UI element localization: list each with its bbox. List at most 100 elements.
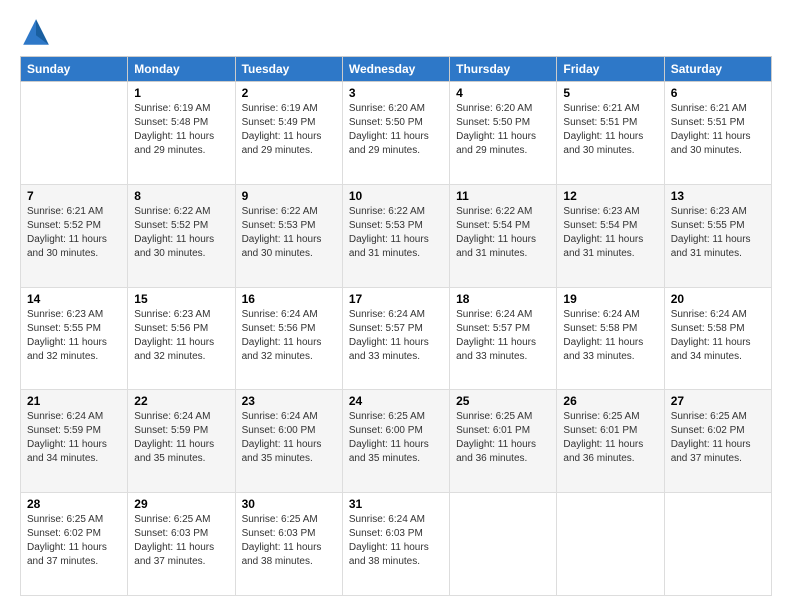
day-number: 1 [134,86,228,100]
calendar-cell: 18 Sunrise: 6:24 AMSunset: 5:57 PMDayligh… [450,287,557,390]
day-header-friday: Friday [557,57,664,82]
page: SundayMondayTuesdayWednesdayThursdayFrid… [0,0,792,612]
calendar-cell: 31 Sunrise: 6:24 AMSunset: 6:03 PMDayligh… [342,493,449,596]
calendar-cell: 20 Sunrise: 6:24 AMSunset: 5:58 PMDayligh… [664,287,771,390]
day-info: Sunrise: 6:25 AMSunset: 6:02 PMDaylight:… [671,410,765,466]
day-info: Sunrise: 6:24 AMSunset: 6:03 PMDaylight:… [349,513,443,569]
calendar-cell: 9 Sunrise: 6:22 AMSunset: 5:53 PMDaylight… [235,184,342,287]
day-info: Sunrise: 6:24 AMSunset: 5:58 PMDaylight:… [563,308,657,364]
day-number: 13 [671,189,765,203]
calendar-cell: 7 Sunrise: 6:21 AMSunset: 5:52 PMDaylight… [21,184,128,287]
day-info: Sunrise: 6:22 AMSunset: 5:52 PMDaylight:… [134,205,228,261]
calendar-cell: 21 Sunrise: 6:24 AMSunset: 5:59 PMDayligh… [21,390,128,493]
day-number: 11 [456,189,550,203]
day-number: 22 [134,394,228,408]
week-row-1: 7 Sunrise: 6:21 AMSunset: 5:52 PMDaylight… [21,184,772,287]
calendar-table: SundayMondayTuesdayWednesdayThursdayFrid… [20,56,772,596]
calendar-cell: 17 Sunrise: 6:24 AMSunset: 5:57 PMDayligh… [342,287,449,390]
day-info: Sunrise: 6:21 AMSunset: 5:52 PMDaylight:… [27,205,121,261]
logo [20,16,56,48]
day-number: 14 [27,292,121,306]
calendar-cell: 30 Sunrise: 6:25 AMSunset: 6:03 PMDayligh… [235,493,342,596]
day-number: 23 [242,394,336,408]
day-info: Sunrise: 6:23 AMSunset: 5:55 PMDaylight:… [671,205,765,261]
day-number: 9 [242,189,336,203]
calendar-cell: 4Sunrise: 6:20 AMSunset: 5:50 PMDaylight… [450,82,557,185]
day-number: 5 [563,86,657,100]
day-header-wednesday: Wednesday [342,57,449,82]
day-info: Sunrise: 6:25 AMSunset: 6:03 PMDaylight:… [134,513,228,569]
calendar-cell: 28 Sunrise: 6:25 AMSunset: 6:02 PMDayligh… [21,493,128,596]
day-number: 3 [349,86,443,100]
calendar-cell: 22 Sunrise: 6:24 AMSunset: 5:59 PMDayligh… [128,390,235,493]
day-number: 7 [27,189,121,203]
day-info: Sunrise: 6:22 AMSunset: 5:53 PMDaylight:… [242,205,336,261]
day-info: Sunrise: 6:23 AMSunset: 5:54 PMDaylight:… [563,205,657,261]
calendar-cell: 23 Sunrise: 6:24 AMSunset: 6:00 PMDayligh… [235,390,342,493]
day-number: 29 [134,497,228,511]
day-info: Sunrise: 6:22 AMSunset: 5:53 PMDaylight:… [349,205,443,261]
day-info: Sunrise: 6:24 AMSunset: 5:57 PMDaylight:… [349,308,443,364]
day-info: Sunrise: 6:21 AMSunset: 5:51 PMDaylight:… [671,102,765,158]
calendar-cell: 25 Sunrise: 6:25 AMSunset: 6:01 PMDayligh… [450,390,557,493]
day-number: 31 [349,497,443,511]
calendar-cell: 1 Sunrise: 6:19 AMSunset: 5:48 PMDaylight… [128,82,235,185]
calendar-cell: 6 Sunrise: 6:21 AMSunset: 5:51 PMDaylight… [664,82,771,185]
calendar-cell: 14 Sunrise: 6:23 AMSunset: 5:55 PMDayligh… [21,287,128,390]
day-number: 27 [671,394,765,408]
header [20,16,772,48]
day-number: 20 [671,292,765,306]
day-number: 25 [456,394,550,408]
day-info: Sunrise: 6:24 AMSunset: 5:59 PMDaylight:… [134,410,228,466]
day-number: 30 [242,497,336,511]
day-info: Sunrise: 6:20 AMSunset: 5:50 PMDaylight:… [456,102,550,158]
day-number: 8 [134,189,228,203]
day-number: 6 [671,86,765,100]
day-info: Sunrise: 6:25 AMSunset: 6:03 PMDaylight:… [242,513,336,569]
day-info: Sunrise: 6:25 AMSunset: 6:01 PMDaylight:… [563,410,657,466]
week-row-0: 1 Sunrise: 6:19 AMSunset: 5:48 PMDaylight… [21,82,772,185]
day-info: Sunrise: 6:24 AMSunset: 5:59 PMDaylight:… [27,410,121,466]
calendar-cell: 26Sunrise: 6:25 AMSunset: 6:01 PMDayligh… [557,390,664,493]
day-info: Sunrise: 6:24 AMSunset: 5:56 PMDaylight:… [242,308,336,364]
calendar-cell [664,493,771,596]
calendar-cell: 24Sunrise: 6:25 AMSunset: 6:00 PMDayligh… [342,390,449,493]
calendar-cell: 12Sunrise: 6:23 AMSunset: 5:54 PMDayligh… [557,184,664,287]
day-number: 19 [563,292,657,306]
day-number: 17 [349,292,443,306]
week-row-4: 28 Sunrise: 6:25 AMSunset: 6:02 PMDayligh… [21,493,772,596]
day-number: 16 [242,292,336,306]
calendar-cell: 27 Sunrise: 6:25 AMSunset: 6:02 PMDayligh… [664,390,771,493]
calendar-cell: 3Sunrise: 6:20 AMSunset: 5:50 PMDaylight… [342,82,449,185]
calendar-cell: 11 Sunrise: 6:22 AMSunset: 5:54 PMDayligh… [450,184,557,287]
calendar-cell: 16 Sunrise: 6:24 AMSunset: 5:56 PMDayligh… [235,287,342,390]
day-number: 15 [134,292,228,306]
calendar-cell: 10Sunrise: 6:22 AMSunset: 5:53 PMDayligh… [342,184,449,287]
day-number: 24 [349,394,443,408]
calendar-cell: 2Sunrise: 6:19 AMSunset: 5:49 PMDaylight… [235,82,342,185]
day-number: 18 [456,292,550,306]
day-header-tuesday: Tuesday [235,57,342,82]
day-info: Sunrise: 6:19 AMSunset: 5:48 PMDaylight:… [134,102,228,158]
logo-icon [20,16,52,48]
day-info: Sunrise: 6:21 AMSunset: 5:51 PMDaylight:… [563,102,657,158]
day-info: Sunrise: 6:24 AMSunset: 5:58 PMDaylight:… [671,308,765,364]
day-info: Sunrise: 6:24 AMSunset: 5:57 PMDaylight:… [456,308,550,364]
day-number: 28 [27,497,121,511]
calendar-cell [21,82,128,185]
day-header-saturday: Saturday [664,57,771,82]
day-info: Sunrise: 6:23 AMSunset: 5:55 PMDaylight:… [27,308,121,364]
calendar-header-row: SundayMondayTuesdayWednesdayThursdayFrid… [21,57,772,82]
day-header-thursday: Thursday [450,57,557,82]
calendar-cell: 15Sunrise: 6:23 AMSunset: 5:56 PMDayligh… [128,287,235,390]
day-info: Sunrise: 6:22 AMSunset: 5:54 PMDaylight:… [456,205,550,261]
calendar-cell: 8 Sunrise: 6:22 AMSunset: 5:52 PMDaylight… [128,184,235,287]
day-number: 21 [27,394,121,408]
calendar-cell: 29 Sunrise: 6:25 AMSunset: 6:03 PMDayligh… [128,493,235,596]
day-info: Sunrise: 6:24 AMSunset: 6:00 PMDaylight:… [242,410,336,466]
day-info: Sunrise: 6:25 AMSunset: 6:02 PMDaylight:… [27,513,121,569]
calendar-cell [557,493,664,596]
day-info: Sunrise: 6:25 AMSunset: 6:01 PMDaylight:… [456,410,550,466]
calendar-cell: 13 Sunrise: 6:23 AMSunset: 5:55 PMDayligh… [664,184,771,287]
day-header-monday: Monday [128,57,235,82]
